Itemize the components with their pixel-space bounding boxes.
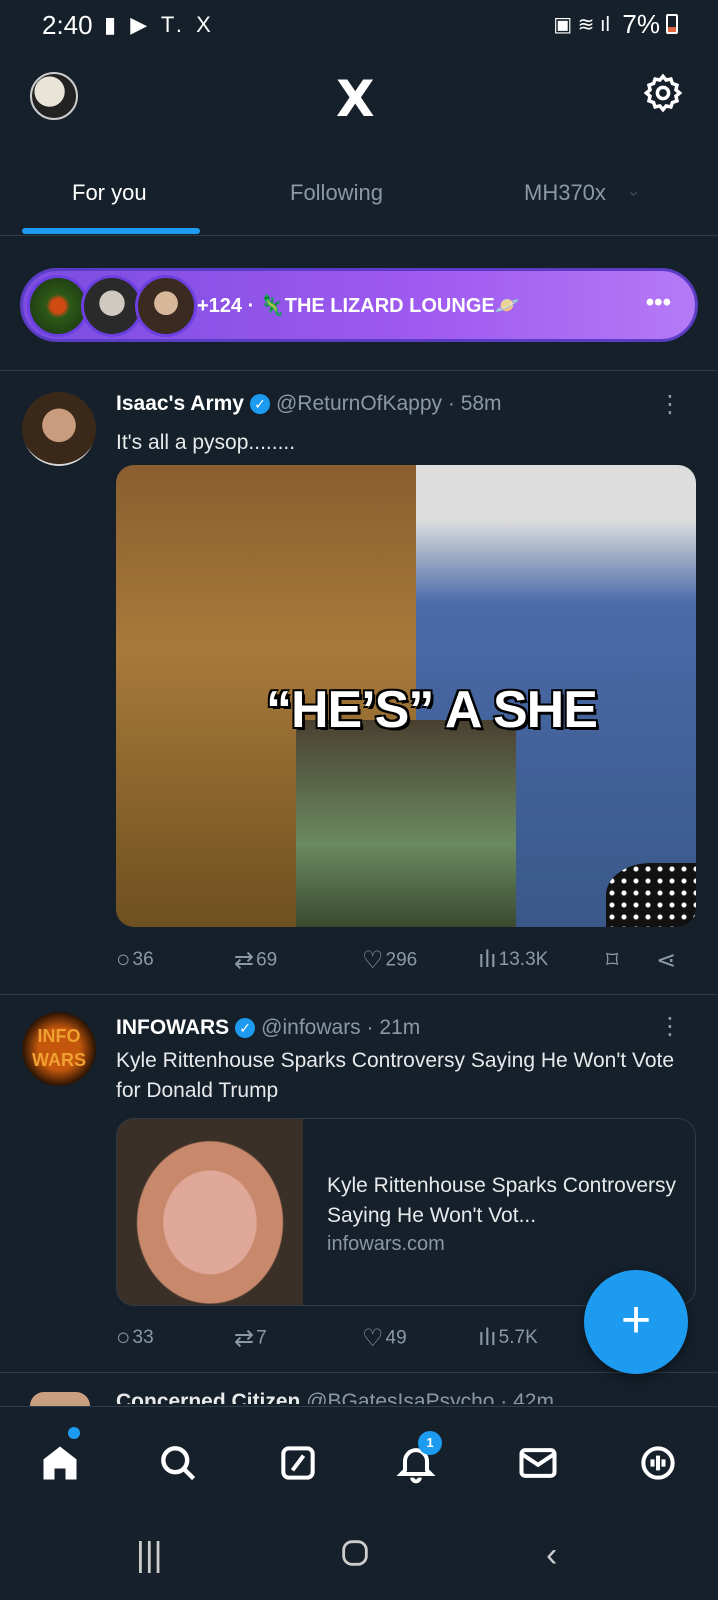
feed-tabs: For you Following MH370x [0, 160, 718, 236]
repost-icon: ⇄ [234, 1325, 255, 1352]
space-speaker-avatar [81, 275, 143, 337]
compose-button[interactable]: + [584, 1270, 688, 1374]
divider [0, 994, 718, 995]
tweet-more-icon[interactable]: ⋮ [658, 1012, 682, 1041]
tweet-header: Isaac's Army ✓ @ReturnOfKappy · 58m [116, 392, 502, 416]
status-bar: 2:40 ▮ ▶ T. X ▣ ≋ ıl 7% [0, 0, 718, 48]
reply-button[interactable]: ○ 33 [116, 1324, 154, 1352]
spaces-icon[interactable] [636, 1441, 680, 1485]
next-tweet-header: Concerned Citizen @BGatesIsaPsycho · 42m [116, 1390, 554, 1404]
image-caption: “HE’S” A SHE [266, 681, 598, 739]
recent-apps-icon[interactable]: ||| [136, 1536, 163, 1575]
views-button[interactable]: ılı 5.7K [478, 1324, 538, 1352]
verified-badge-icon: ✓ [249, 394, 270, 415]
battery-icon [666, 14, 678, 34]
tab-mh370x[interactable]: MH370x [524, 180, 606, 206]
tab-for-you[interactable]: For you [72, 180, 147, 206]
bottom-navigation: 1 [0, 1406, 718, 1516]
author-handle[interactable]: @ReturnOfKappy [276, 392, 442, 415]
settings-gear-icon[interactable] [642, 72, 684, 114]
tweet-text: Kyle Rittenhouse Sparks Controversy Sayi… [116, 1049, 675, 1102]
home-icon[interactable] [38, 1441, 82, 1485]
status-signal-icons: ▣ ≋ ıl [553, 14, 610, 36]
views-icon: ılı [478, 946, 497, 973]
space-title: +124 · 🦎THE LIZARD LOUNGE🪐 [197, 295, 520, 317]
status-notification-icons: ▮ ▶ T. X [104, 12, 215, 37]
reply-icon: ○ [116, 946, 131, 973]
divider [0, 370, 718, 371]
chevron-down-icon[interactable]: ⌄ [626, 180, 641, 201]
tweet-more-icon[interactable]: ⋮ [658, 390, 682, 419]
divider [0, 1372, 718, 1373]
tweet-time: · 58m [447, 392, 502, 415]
bookmark-icon[interactable]: ⌑ [606, 946, 620, 975]
tab-following[interactable]: Following [290, 180, 383, 206]
repost-icon: ⇄ [234, 947, 255, 974]
tweet-actions: ○ 36 ⇄ 69 ♡ 296 ılı 13.3K ⌑ ⋖ [116, 946, 686, 982]
tweet-author-avatar[interactable] [22, 392, 96, 466]
heart-icon: ♡ [362, 947, 384, 974]
share-icon[interactable]: ⋖ [656, 946, 678, 975]
space-speaker-avatar [135, 275, 197, 337]
notifications-badge: 1 [418, 1431, 442, 1455]
link-preview-title: Kyle Rittenhouse Sparks Controversy Sayi… [327, 1174, 676, 1227]
verified-badge-icon: ✓ [235, 1018, 256, 1039]
battery-percent: 7% [622, 9, 660, 39]
flag-emblem [606, 863, 696, 927]
live-space-banner[interactable]: +124 · 🦎THE LIZARD LOUNGE🪐 ••• [20, 268, 698, 342]
active-tab-indicator [22, 228, 200, 234]
messages-envelope-icon[interactable] [516, 1441, 560, 1485]
grok-icon[interactable] [276, 1441, 320, 1485]
system-navigation: ||| ‹ [0, 1516, 718, 1600]
like-button[interactable]: ♡ 296 [362, 946, 417, 975]
tweet-author-avatar[interactable] [30, 1392, 90, 1406]
author-handle[interactable]: @infowars [261, 1016, 361, 1039]
space-more-icon[interactable]: ••• [646, 289, 671, 317]
home-system-icon[interactable] [338, 1536, 372, 1579]
status-time: 2:40 [42, 10, 93, 40]
repost-button[interactable]: ⇄ 7 [234, 1324, 267, 1353]
profile-avatar[interactable] [30, 72, 78, 120]
reply-button[interactable]: ○ 36 [116, 946, 154, 974]
like-button[interactable]: ♡ 49 [362, 1324, 407, 1353]
space-host-avatar [27, 275, 89, 337]
tweet-header: INFOWARS ✓ @infowars · 21m [116, 1016, 420, 1040]
author-name[interactable]: INFOWARS [116, 1016, 229, 1039]
tweet-image[interactable]: “HE’S” A SHE [116, 465, 696, 927]
author-name[interactable]: Isaac's Army [116, 392, 244, 415]
reply-icon: ○ [116, 1324, 131, 1351]
tweet-text: It's all a pysop........ [116, 431, 296, 454]
search-icon[interactable] [156, 1441, 200, 1485]
tweet-time: · 21m [366, 1016, 421, 1039]
x-logo: X [336, 70, 375, 128]
link-preview-image [117, 1119, 303, 1305]
views-button[interactable]: ılı 13.3K [478, 946, 548, 974]
heart-icon: ♡ [362, 1325, 384, 1352]
home-notification-dot [68, 1427, 80, 1439]
views-icon: ılı [478, 1324, 497, 1351]
link-preview-domain: infowars.com [327, 1233, 445, 1255]
tweet-author-avatar[interactable]: INFO WARS [22, 1012, 96, 1086]
back-icon[interactable]: ‹ [546, 1536, 557, 1575]
repost-button[interactable]: ⇄ 69 [234, 946, 277, 975]
